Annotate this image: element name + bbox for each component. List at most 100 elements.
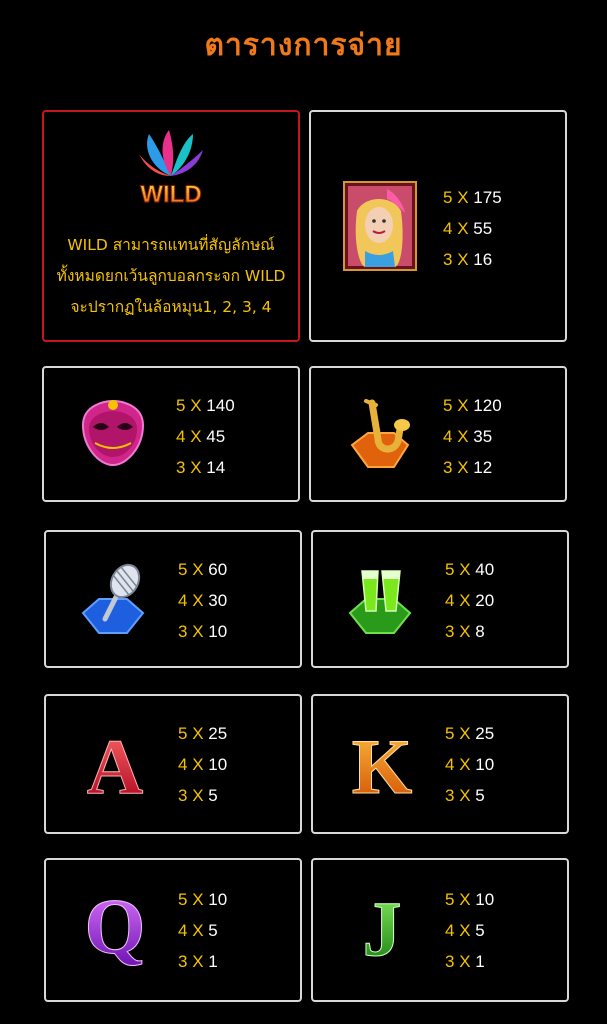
pay-row: 5 X 10 bbox=[178, 884, 227, 915]
pay-value: 25 bbox=[475, 724, 495, 743]
pay-count: 4 bbox=[178, 921, 188, 940]
pay-row: 3 X 1 bbox=[178, 946, 227, 977]
pay-x: X bbox=[192, 890, 204, 909]
carnival-woman-icon bbox=[341, 180, 419, 272]
pay-count: 3 bbox=[178, 952, 188, 971]
paytable-woman: 5 X 175 4 X 55 3 X 16 bbox=[443, 182, 502, 275]
pay-x: X bbox=[192, 724, 204, 743]
pay-row: 4 X 5 bbox=[445, 915, 494, 946]
pay-x: X bbox=[459, 591, 471, 610]
letter-j-text: J bbox=[363, 885, 402, 969]
pay-count: 4 bbox=[443, 219, 453, 238]
pay-count: 3 bbox=[176, 458, 186, 477]
pay-row: 4 X 5 bbox=[178, 915, 227, 946]
pay-count: 4 bbox=[178, 591, 188, 610]
wild-description-line3: จะปรากฏในล้อหมุน1, 2, 3, 4 bbox=[70, 298, 272, 316]
wild-description: WILD สามารถแทนที่สัญลักษณ์ ทั้งหมดยกเว้น… bbox=[52, 230, 290, 323]
pay-count: 5 bbox=[445, 890, 455, 909]
pay-row: 3 X 12 bbox=[443, 452, 502, 483]
symbol-card-microphone: 5 X 60 4 X 30 3 X 10 bbox=[44, 530, 302, 668]
pay-count: 5 bbox=[445, 724, 455, 743]
pay-count: 5 bbox=[443, 188, 453, 207]
pay-x: X bbox=[190, 458, 202, 477]
symbol-card-drinks: 5 X 40 4 X 20 3 X 8 bbox=[311, 530, 569, 668]
pay-x: X bbox=[457, 250, 469, 269]
pay-count: 4 bbox=[445, 591, 455, 610]
pay-count: 4 bbox=[176, 427, 186, 446]
pay-value: 140 bbox=[206, 396, 235, 415]
letter-k-text: K bbox=[352, 723, 413, 805]
pay-value: 16 bbox=[473, 250, 493, 269]
pay-count: 5 bbox=[443, 396, 453, 415]
pay-count: 5 bbox=[176, 396, 186, 415]
pay-count: 3 bbox=[445, 622, 455, 641]
pay-count: 3 bbox=[445, 786, 455, 805]
pay-row: 5 X 40 bbox=[445, 554, 494, 585]
pay-row: 3 X 8 bbox=[445, 616, 494, 647]
pay-value: 5 bbox=[208, 786, 218, 805]
pay-row: 3 X 14 bbox=[176, 452, 235, 483]
paytable-j: 5 X 10 4 X 5 3 X 1 bbox=[445, 884, 494, 977]
pay-value: 1 bbox=[475, 952, 485, 971]
pay-x: X bbox=[192, 921, 204, 940]
pay-count: 3 bbox=[178, 786, 188, 805]
pay-x: X bbox=[457, 396, 469, 415]
pay-row: 3 X 16 bbox=[443, 244, 502, 275]
symbol-card-mask: 5 X 140 4 X 45 3 X 14 bbox=[42, 366, 300, 502]
pay-value: 30 bbox=[208, 591, 228, 610]
microphone-icon bbox=[76, 560, 154, 638]
wild-description-line1: WILD สามารถแทนที่สัญลักษณ์ bbox=[67, 236, 275, 254]
page-title: ตารางการจ่าย bbox=[204, 28, 403, 63]
pay-value: 120 bbox=[473, 396, 502, 415]
symbol-card-saxophone: 5 X 120 4 X 3 5 3 X 12 bbox=[309, 366, 567, 502]
pay-x: X bbox=[190, 427, 202, 446]
pay-value: 1 bbox=[208, 952, 218, 971]
pay-x: X bbox=[459, 724, 471, 743]
pay-count: 4 bbox=[445, 755, 455, 774]
paytable-mask: 5 X 140 4 X 45 3 X 14 bbox=[176, 390, 235, 483]
symbol-card-woman: 5 X 175 4 X 55 3 X 16 bbox=[309, 110, 567, 342]
letter-k-icon: K bbox=[343, 723, 421, 806]
pay-value: 12 bbox=[473, 458, 493, 477]
pay-value: 10 bbox=[208, 622, 228, 641]
wild-logo-text: WILD bbox=[140, 181, 201, 208]
pay-row: 5 X 25 bbox=[445, 718, 494, 749]
pay-row: 3 X 5 bbox=[178, 780, 227, 811]
symbol-card-k: K 5 X 25 4 X 10 3 X 5 bbox=[311, 694, 569, 834]
pay-value: 10 bbox=[475, 890, 495, 909]
pay-value: 5 bbox=[208, 921, 218, 940]
carnival-mask-icon bbox=[74, 394, 152, 472]
pay-value: 10 bbox=[475, 755, 495, 774]
wild-feather-icon: WILD bbox=[131, 128, 211, 209]
pay-x: X bbox=[459, 622, 471, 641]
pay-row: 5 X 120 bbox=[443, 390, 502, 421]
pay-count: 5 bbox=[445, 560, 455, 579]
pay-count: 5 bbox=[178, 560, 188, 579]
letter-j-icon: J bbox=[343, 885, 421, 969]
pay-value: 55 bbox=[473, 219, 493, 238]
pay-count: 3 bbox=[443, 458, 453, 477]
letter-q-icon: Q bbox=[76, 883, 154, 971]
paytable-q: 5 X 10 4 X 5 3 X 1 bbox=[178, 884, 227, 977]
pay-count: 4 bbox=[443, 427, 453, 446]
pay-row: 5 X 60 bbox=[178, 554, 227, 585]
pay-x: X bbox=[192, 591, 204, 610]
pay-row: 4 X 45 bbox=[176, 421, 235, 452]
pay-value: 45 bbox=[206, 427, 226, 446]
wild-description-line2: ทั้งหมดยกเว้นลูกบอลกระจก WILD bbox=[56, 267, 286, 285]
pay-value: 10 bbox=[208, 755, 228, 774]
letter-a-text: A bbox=[87, 723, 143, 805]
pay-row: 4 X 30 bbox=[178, 585, 227, 616]
letter-q-text: Q bbox=[85, 883, 146, 970]
pay-value: 40 bbox=[475, 560, 495, 579]
pay-count: 4 bbox=[445, 921, 455, 940]
pay-count: 3 bbox=[445, 952, 455, 971]
pay-x: X bbox=[457, 458, 469, 477]
pay-row: 4 X 10 bbox=[445, 749, 494, 780]
pay-row: 5 X 25 bbox=[178, 718, 227, 749]
paytable-k: 5 X 25 4 X 10 3 X 5 bbox=[445, 718, 494, 811]
pay-x: X bbox=[459, 560, 471, 579]
pay-value: 60 bbox=[208, 560, 228, 579]
pay-row: 5 X 140 bbox=[176, 390, 235, 421]
pay-count: 5 bbox=[178, 890, 188, 909]
